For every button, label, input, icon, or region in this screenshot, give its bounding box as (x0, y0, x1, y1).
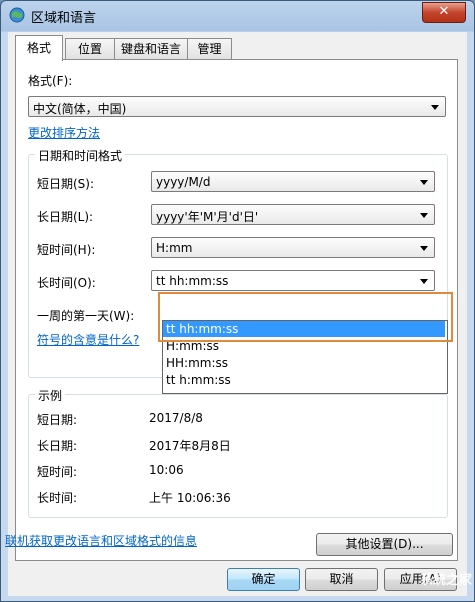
close-icon: ✕ (438, 4, 450, 19)
symbol-meaning-link[interactable]: 符号的含意是什么? (37, 331, 139, 348)
chevron-down-icon (420, 246, 428, 251)
short-date-value: yyyy/M/d (156, 175, 211, 189)
long-time-value: tt hh:mm:ss (156, 274, 229, 288)
button-label: 确定 (251, 572, 276, 586)
example-label: 长日期: (37, 439, 78, 453)
group-title: 示例 (35, 387, 66, 404)
globe-icon (9, 7, 25, 23)
chevron-down-icon (420, 180, 428, 185)
tab-label: 位置 (77, 42, 102, 56)
chevron-down-icon (431, 105, 439, 110)
tab-location[interactable]: 位置 (65, 38, 115, 60)
example-label: 长时间: (37, 491, 78, 505)
long-time-combo[interactable]: tt hh:mm:ss (151, 270, 435, 291)
dropdown-option[interactable]: tt h:mm:ss (163, 372, 445, 388)
tab-administrative[interactable]: 管理 (187, 38, 232, 60)
example-value: 上午 10:06:36 (149, 491, 231, 505)
title-bar[interactable]: 区域和语言 ✕ (1, 1, 474, 31)
format-tab-panel: 格式(F): 中文(简体，中国) 更改排序方法 日期和时间格式 短日期(S): … (15, 59, 458, 561)
dialog-body: 格式 位置 键盘和语言 管理 格式(F): 中文(简体，中国) 更改排序方法 日… (5, 32, 467, 596)
short-time-label: 短时间(H): (37, 243, 96, 257)
example-label: 短时间: (37, 465, 78, 479)
long-date-label: 长日期(L): (37, 210, 94, 224)
long-time-dropdown-list[interactable]: tt hh:mm:ss H:mm:ss HH:mm:ss tt h:mm:ss (162, 320, 448, 394)
group-title: 日期和时间格式 (35, 147, 126, 164)
region-language-window: 区域和语言 ✕ 格式 位置 键盘和语言 管理 格式(F): 中文(简体，中国) … (0, 0, 475, 602)
short-date-label: 短日期(S): (37, 177, 95, 191)
chevron-down-icon (420, 213, 428, 218)
watermark-logo: 系统之家 (322, 569, 472, 595)
tab-label: 格式 (26, 41, 51, 55)
tab-label: 键盘和语言 (120, 42, 181, 56)
example-label: 短日期: (37, 413, 78, 427)
example-group: 示例 短日期: 2017/8/8 长日期: 2017年8月8日 短时间: 10:… (28, 387, 448, 518)
button-label: 其他设置(D)... (345, 537, 424, 551)
example-value: 2017年8月8日 (149, 439, 231, 453)
change-sort-link[interactable]: 更改排序方法 (28, 124, 100, 141)
tab-format[interactable]: 格式 (15, 35, 63, 61)
dropdown-option[interactable]: H:mm:ss (163, 338, 445, 354)
format-combo[interactable]: 中文(简体，中国) (28, 96, 446, 117)
format-value: 中文(简体，中国) (33, 102, 127, 116)
short-time-value: H:mm (156, 241, 193, 255)
chevron-down-icon (420, 279, 428, 284)
watermark-text: 系统之家 (419, 573, 472, 588)
short-date-combo[interactable]: yyyy/M/d (151, 171, 435, 192)
close-button[interactable]: ✕ (422, 2, 466, 23)
example-value: 10:06 (149, 463, 184, 477)
long-date-combo[interactable]: yyyy'年'M'月'd'日' (151, 204, 435, 225)
long-time-label: 长时间(O): (37, 276, 96, 290)
dropdown-option[interactable]: tt hh:mm:ss (163, 321, 445, 337)
first-day-label: 一周的第一天(W): (37, 309, 135, 323)
window-title: 区域和语言 (31, 11, 97, 26)
short-time-combo[interactable]: H:mm (151, 237, 435, 258)
other-settings-button[interactable]: 其他设置(D)... (316, 533, 453, 556)
ok-button[interactable]: 确定 (227, 568, 300, 591)
tab-label: 管理 (197, 42, 222, 56)
tab-keyboards[interactable]: 键盘和语言 (114, 38, 188, 60)
example-value: 2017/8/8 (149, 411, 203, 425)
format-label: 格式(F): (28, 74, 73, 88)
dropdown-option[interactable]: HH:mm:ss (163, 355, 445, 371)
long-date-value: yyyy'年'M'月'd'日' (156, 210, 259, 224)
online-info-link[interactable]: 联机获取更改语言和区域格式的信息 (5, 532, 197, 549)
